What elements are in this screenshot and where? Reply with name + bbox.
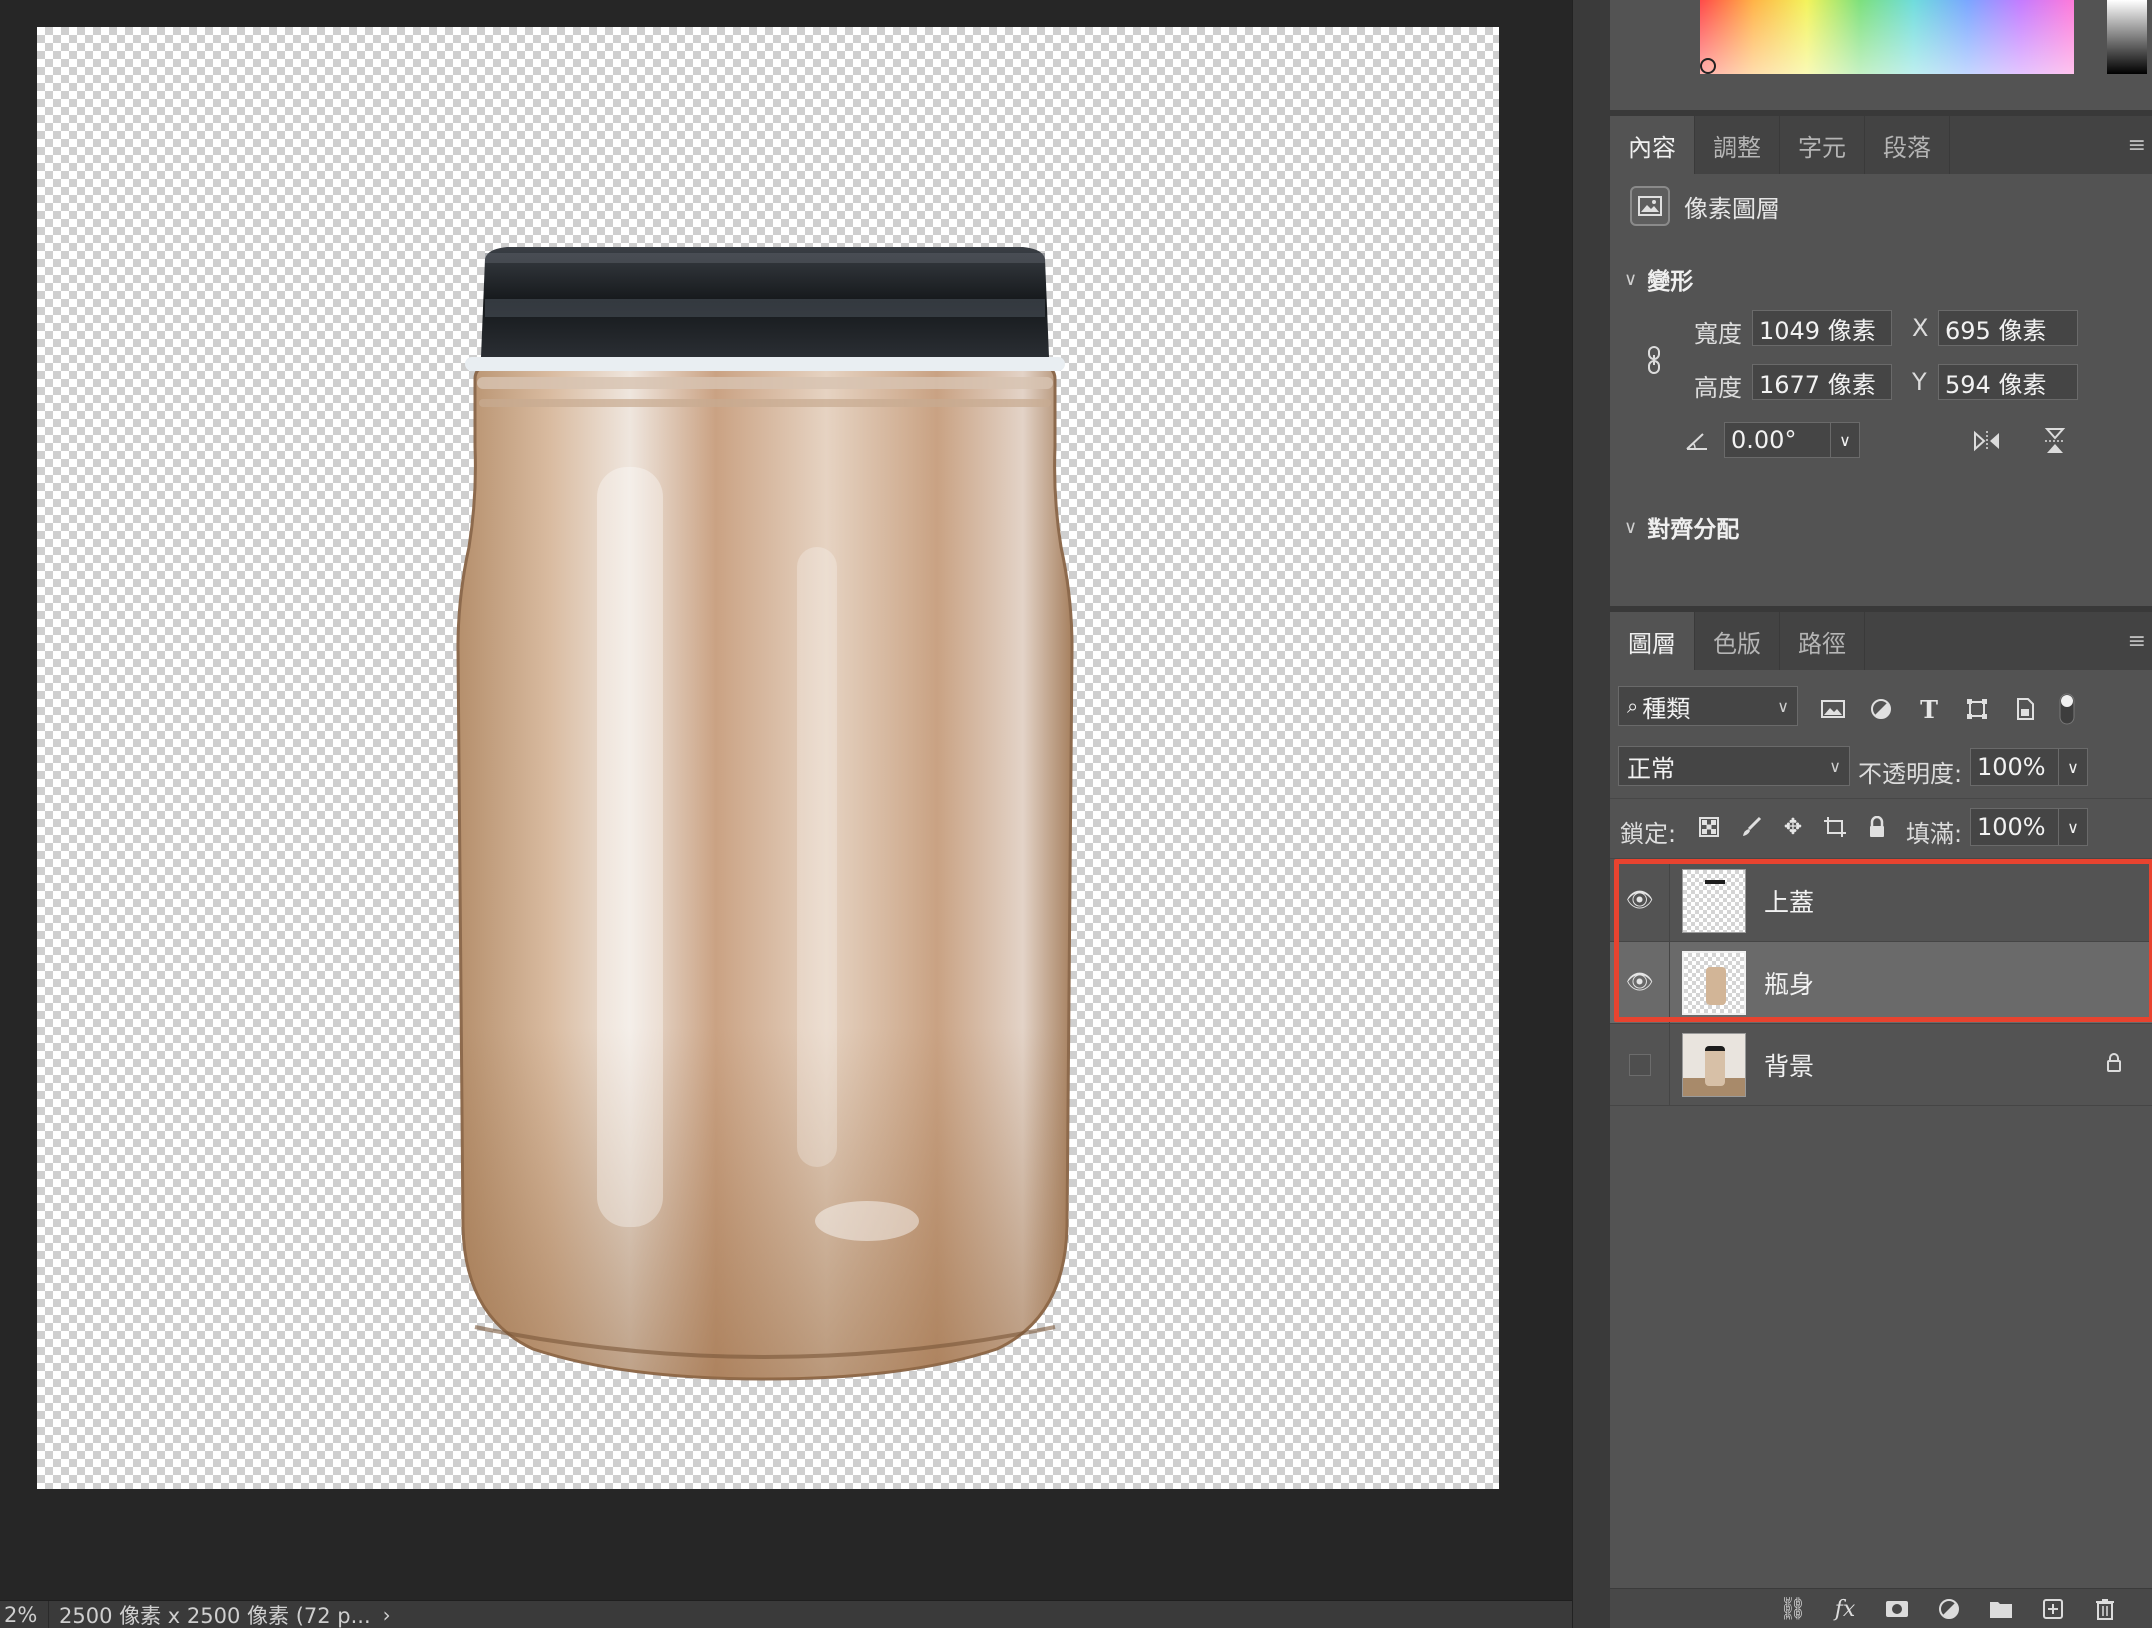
lock-icon[interactable] xyxy=(2106,1052,2122,1077)
filter-smart-object-icon[interactable] xyxy=(2008,692,2042,726)
status-bar-filler xyxy=(400,1601,1572,1628)
fill-dropdown[interactable]: ∨ xyxy=(2058,808,2088,846)
chevron-down-icon: ∨ xyxy=(1624,516,1638,538)
flip-vertical-icon[interactable] xyxy=(2038,424,2072,458)
divider xyxy=(1610,798,2152,799)
fx-icon[interactable]: fx xyxy=(1828,1595,1862,1623)
highlight-annotation xyxy=(1614,859,2152,1022)
height-field[interactable]: 1677 像素 xyxy=(1752,364,1892,400)
layer-kind: 像素圖層 xyxy=(1630,186,1780,226)
pixel-layer-icon xyxy=(1630,186,1670,226)
filter-toggle-icon[interactable] xyxy=(2054,692,2080,726)
align-section-header[interactable]: ∨ 對齊分配 xyxy=(1624,510,1739,544)
opacity-dropdown[interactable]: ∨ xyxy=(2058,748,2088,786)
tab-paragraph[interactable]: 段落 xyxy=(1865,116,1950,174)
fill-field[interactable]: 100% xyxy=(1970,808,2060,846)
filter-kind-label: 種類 xyxy=(1642,694,1691,723)
panel-dock-gutter xyxy=(1572,0,1610,1628)
transform-title: 變形 xyxy=(1647,269,1694,295)
layer-name[interactable]: 背景 xyxy=(1764,1047,1814,1083)
lock-all-icon[interactable] xyxy=(1860,810,1894,844)
y-label: Y xyxy=(1912,368,1927,396)
filter-type-icon[interactable]: T xyxy=(1912,692,1946,726)
layers-footer: ⛓ fx xyxy=(1610,1588,2152,1628)
link-dimensions-icon[interactable] xyxy=(1640,340,1668,380)
mask-icon[interactable] xyxy=(1880,1595,1914,1623)
layers-tabbar: 圖層 色版 路徑 ≡ xyxy=(1610,612,2152,670)
layer-row-background[interactable]: 背景 xyxy=(1610,1024,2152,1106)
photoshop-window: 2% 2500 像素 x 2500 像素 (72 p... › 內容 調整 字元… xyxy=(0,0,2152,1628)
lock-transparency-icon[interactable] xyxy=(1692,810,1726,844)
transform-section-header[interactable]: ∨ 變形 xyxy=(1624,262,1693,296)
panel-menu-icon[interactable]: ≡ xyxy=(2128,612,2152,670)
panel-menu-icon[interactable]: ≡ xyxy=(2128,116,2152,174)
zoom-level[interactable]: 2% xyxy=(0,1603,48,1627)
y-position-field[interactable]: 594 像素 xyxy=(1938,364,2078,400)
filter-adjustment-icon[interactable] xyxy=(1864,692,1898,726)
width-label: 寬度 xyxy=(1694,320,1742,348)
height-label: 高度 xyxy=(1694,374,1742,402)
folder-icon[interactable] xyxy=(1984,1595,2018,1623)
opacity-field[interactable]: 100% xyxy=(1970,748,2060,786)
align-title: 對齊分配 xyxy=(1647,517,1740,543)
layer-filter-dropdown[interactable]: ⌕ 種類 ∨ xyxy=(1618,686,1798,726)
new-layer-icon[interactable] xyxy=(2036,1595,2070,1623)
lock-label: 鎖定: xyxy=(1620,820,1677,848)
document-info[interactable]: 2500 像素 x 2500 像素 (72 p... › xyxy=(48,1601,401,1628)
document-dimensions: 2500 像素 x 2500 像素 (72 p... xyxy=(59,1603,371,1628)
visibility-toggle[interactable] xyxy=(1610,1024,1670,1105)
blend-mode-value: 正常 xyxy=(1627,754,1675,783)
chevron-down-icon: ∨ xyxy=(2067,817,2079,837)
chevron-down-icon: ∨ xyxy=(1777,696,1789,716)
adjustment-icon[interactable] xyxy=(1932,1595,1966,1623)
angle-dropdown[interactable]: ∨ xyxy=(1830,422,1860,458)
properties-panel: 像素圖層 ∨ 變形 寬度 1049 像素 X 695 像素 高度 1677 像素… xyxy=(1610,174,2152,600)
chevron-down-icon: ∨ xyxy=(2067,757,2079,777)
flip-horizontal-icon[interactable] xyxy=(1970,426,2004,456)
hidden-visibility-box xyxy=(1628,1053,1651,1076)
blend-mode-dropdown[interactable]: 正常 ∨ xyxy=(1618,746,1850,786)
chevron-right-icon[interactable]: › xyxy=(383,1603,391,1627)
right-panel-dock: 內容 調整 字元 段落 ≡ 像素圖層 ∨ 變形 寬度 1049 像素 X 695… xyxy=(1610,0,2152,1628)
width-field[interactable]: 1049 像素 xyxy=(1752,310,1892,346)
filter-shape-icon[interactable] xyxy=(1960,692,1994,726)
brightness-slider[interactable] xyxy=(2107,0,2147,74)
link-icon[interactable]: ⛓ xyxy=(1776,1595,1810,1623)
filter-pixel-icon[interactable] xyxy=(1816,692,1850,726)
properties-tabbar: 內容 調整 字元 段落 ≡ xyxy=(1610,116,2152,174)
tab-properties[interactable]: 內容 xyxy=(1610,116,1695,174)
bg-thumbnail-jar xyxy=(1705,1045,1725,1086)
opacity-label: 不透明度: xyxy=(1858,760,1963,788)
status-bar: 2% 2500 像素 x 2500 像素 (72 p... › xyxy=(0,1600,1572,1628)
layer-thumbnail xyxy=(1682,1032,1746,1097)
color-picker-panel xyxy=(1610,0,2152,110)
tab-adjustments[interactable]: 調整 xyxy=(1695,116,1780,174)
tab-paths[interactable]: 路徑 xyxy=(1780,612,1865,670)
document-canvas[interactable] xyxy=(37,27,1499,1489)
chevron-down-icon: ∨ xyxy=(1829,756,1841,776)
x-position-field[interactable]: 695 像素 xyxy=(1938,310,2078,346)
tab-channels[interactable]: 色版 xyxy=(1695,612,1780,670)
chevron-down-icon: ∨ xyxy=(1624,268,1638,290)
lock-position-icon[interactable]: ✥ xyxy=(1776,810,1810,844)
search-icon: ⌕ xyxy=(1627,694,1639,718)
chevron-down-icon: ∨ xyxy=(1839,430,1851,450)
x-label: X xyxy=(1912,314,1929,342)
jar-image xyxy=(456,247,1074,1381)
tab-character[interactable]: 字元 xyxy=(1780,116,1865,174)
fill-label: 填滿: xyxy=(1906,820,1963,848)
color-picker-cursor[interactable] xyxy=(1700,58,1716,74)
layers-panel: ⌕ 種類 ∨ T 正常 ∨ 不透明度: 100% ∨ 鎖定: ✥ 填滿: 100… xyxy=(1610,670,2152,1590)
trash-icon[interactable] xyxy=(2088,1595,2122,1623)
canvas-workspace[interactable] xyxy=(0,0,1572,1600)
lock-pixels-icon[interactable] xyxy=(1734,810,1768,844)
lock-artboard-icon[interactable] xyxy=(1818,810,1852,844)
tab-layers[interactable]: 圖層 xyxy=(1610,612,1695,670)
layer-kind-label: 像素圖層 xyxy=(1684,194,1780,223)
color-spectrum[interactable] xyxy=(1700,0,2074,74)
angle-icon xyxy=(1682,426,1712,456)
